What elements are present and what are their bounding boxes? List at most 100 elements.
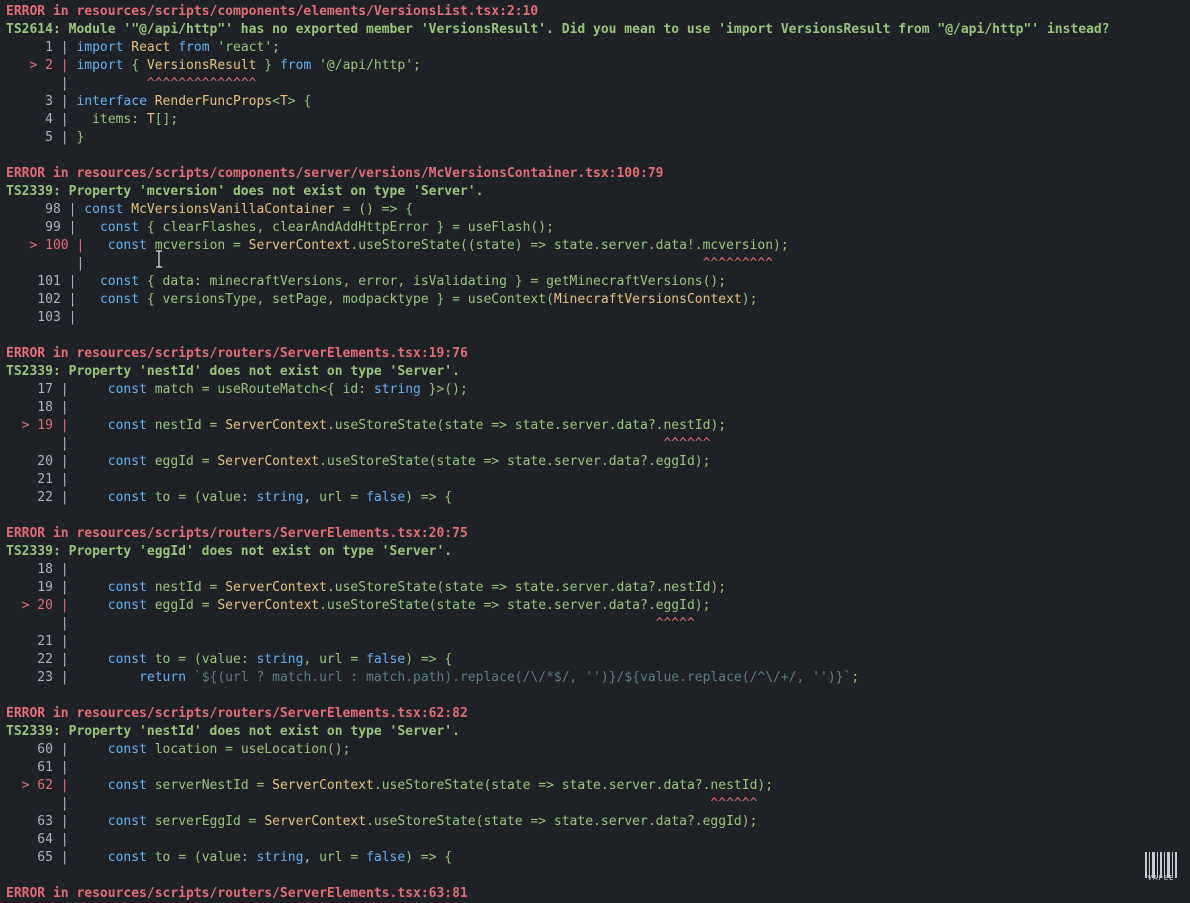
- code-token: ServerContext: [272, 778, 374, 793]
- code-token: const: [107, 652, 147, 667]
- code-token: ServerContext: [217, 454, 320, 469]
- code-token: items:: [76, 112, 147, 127]
- code-token: const: [99, 274, 140, 289]
- line-number-gutter: 103 |: [6, 310, 85, 325]
- code-line: 64 |: [6, 831, 1190, 849]
- code-token: ServerContext: [264, 814, 367, 829]
- code-token: , url =: [303, 652, 367, 667]
- diagnostic-message: TS2339: Property 'mcversion' does not ex…: [6, 184, 484, 199]
- code-token: interface: [76, 94, 147, 109]
- code-token: .useStoreState(state => state.server.dat…: [373, 778, 774, 793]
- code-token: to = (value:: [146, 652, 257, 667]
- line-number-gutter: 18 |: [6, 562, 77, 577]
- line-number-gutter: 1 |: [6, 40, 77, 55]
- code-token: eggId =: [146, 598, 218, 613]
- code-line: 22 | const to = (value: string, url = fa…: [6, 489, 1190, 507]
- code-line: 18 |: [6, 399, 1190, 417]
- line-number-gutter: 20 |: [6, 454, 77, 469]
- code-token: const: [107, 814, 147, 829]
- code-token: ;: [413, 58, 421, 73]
- diagnostic-message: TS2339: Property 'eggId' does not exist …: [6, 544, 453, 559]
- code-token: ) => {: [405, 652, 453, 667]
- code-token: `${(url ? match.url : match.path).replac…: [193, 670, 852, 685]
- code-token: string: [256, 490, 304, 505]
- code-token: {: [123, 58, 147, 73]
- code-token: .useStoreState(state => state.server.dat…: [319, 454, 711, 469]
- code-line: | ^^^^^^: [6, 435, 1190, 453]
- code-token: .useStoreState((state) => state.server.d…: [350, 238, 789, 253]
- line-number-gutter: 99 |: [6, 220, 85, 235]
- error-block: ERROR in resources/scripts/routers/Serve…: [6, 345, 1190, 525]
- code-token: ServerContext: [217, 598, 320, 613]
- code-line: 63 | const serverEggId = ServerContext.u…: [6, 813, 1190, 831]
- code-token: }: [76, 130, 85, 145]
- code-token: ;: [851, 670, 860, 685]
- code-token: VersionsResult: [146, 58, 257, 73]
- line-number-gutter: 19 |: [6, 580, 77, 595]
- error-location: ERROR in resources/scripts/routers/Serve…: [6, 346, 468, 361]
- code-line: 22 | const to = (value: string, url = fa…: [6, 651, 1190, 669]
- code-line: 21 |: [6, 633, 1190, 651]
- line-number-gutter: > 19 |: [6, 418, 77, 433]
- code-token: const: [107, 778, 147, 793]
- code-line: 102 | const { versionsType, setPage, mod…: [6, 291, 1190, 309]
- code-token: .useStoreState(state => state.server.dat…: [326, 580, 727, 595]
- code-token: MinecraftVersionsContext: [553, 292, 742, 307]
- code-token: match = useRouteMatch<{ id:: [146, 382, 374, 397]
- code-line: 60 | const location = useLocation();: [6, 741, 1190, 759]
- error-caret-marker: ^^^^^^: [76, 436, 711, 451]
- code-token: nestId =: [146, 418, 226, 433]
- error-block: ERROR in resources/scripts/routers/Serve…: [6, 705, 1190, 885]
- code-token: string: [256, 850, 304, 865]
- error-location: ERROR in resources/scripts/routers/Serve…: [6, 526, 468, 541]
- code-token: ) => {: [405, 850, 453, 865]
- code-token: from: [279, 58, 312, 73]
- line-number-gutter: 18 |: [6, 400, 77, 415]
- code-token: false: [366, 850, 406, 865]
- code-line: | ^^^^^^^^^: [6, 255, 1190, 273]
- code-token: { versionsType, setPage, modpacktype } =…: [139, 292, 554, 307]
- code-line: 19 | const nestId = ServerContext.useSto…: [6, 579, 1190, 597]
- code-line: 21 |: [6, 471, 1190, 489]
- code-token: import: [76, 40, 124, 55]
- code-line: 17 | const match = useRouteMatch<{ id: s…: [6, 381, 1190, 399]
- error-caret-marker: ^^^^^: [76, 616, 695, 631]
- line-number-gutter: 17 |: [6, 382, 77, 397]
- error-caret-marker: ^^^^^^^^^: [92, 256, 774, 271]
- code-token: const: [107, 598, 147, 613]
- code-token: 'react': [217, 40, 273, 55]
- code-line-highlighted: > 62 | const serverNestId = ServerContex…: [6, 777, 1190, 795]
- code-token: ServerContext: [248, 238, 351, 253]
- diagnostic-message: TS2614: Module '"@/api/http"' has no exp…: [6, 22, 1110, 37]
- code-token: const: [99, 220, 140, 235]
- error-block: ERROR in resources/scripts/routers/Serve…: [6, 885, 1190, 903]
- code-token: const: [107, 850, 147, 865]
- code-token: const: [99, 292, 140, 307]
- code-line-highlighted: > 19 | const nestId = ServerContext.useS…: [6, 417, 1190, 435]
- code-token: const: [107, 742, 147, 757]
- line-number-gutter: 22 |: [6, 652, 77, 667]
- code-line: 5 | }: [6, 129, 1190, 147]
- code-token: , url =: [303, 490, 367, 505]
- code-token: .useStoreState(state => state.server.dat…: [366, 814, 758, 829]
- code-token: string: [256, 652, 304, 667]
- code-token: ServerContext: [225, 418, 327, 433]
- code-line: 101 | const { data: minecraftVersions, e…: [6, 273, 1190, 291]
- code-token: }: [256, 58, 280, 73]
- line-number-gutter: 101 |: [6, 274, 85, 289]
- error-block: ERROR in resources/scripts/components/el…: [6, 3, 1190, 165]
- code-token: false: [366, 652, 406, 667]
- code-token: , url =: [303, 850, 367, 865]
- code-line: | ^^^^^^^^^^^^^^: [6, 75, 1190, 93]
- terminal-output: ERROR in resources/scripts/components/el…: [6, 3, 1190, 903]
- code-token: to = (value:: [146, 490, 257, 505]
